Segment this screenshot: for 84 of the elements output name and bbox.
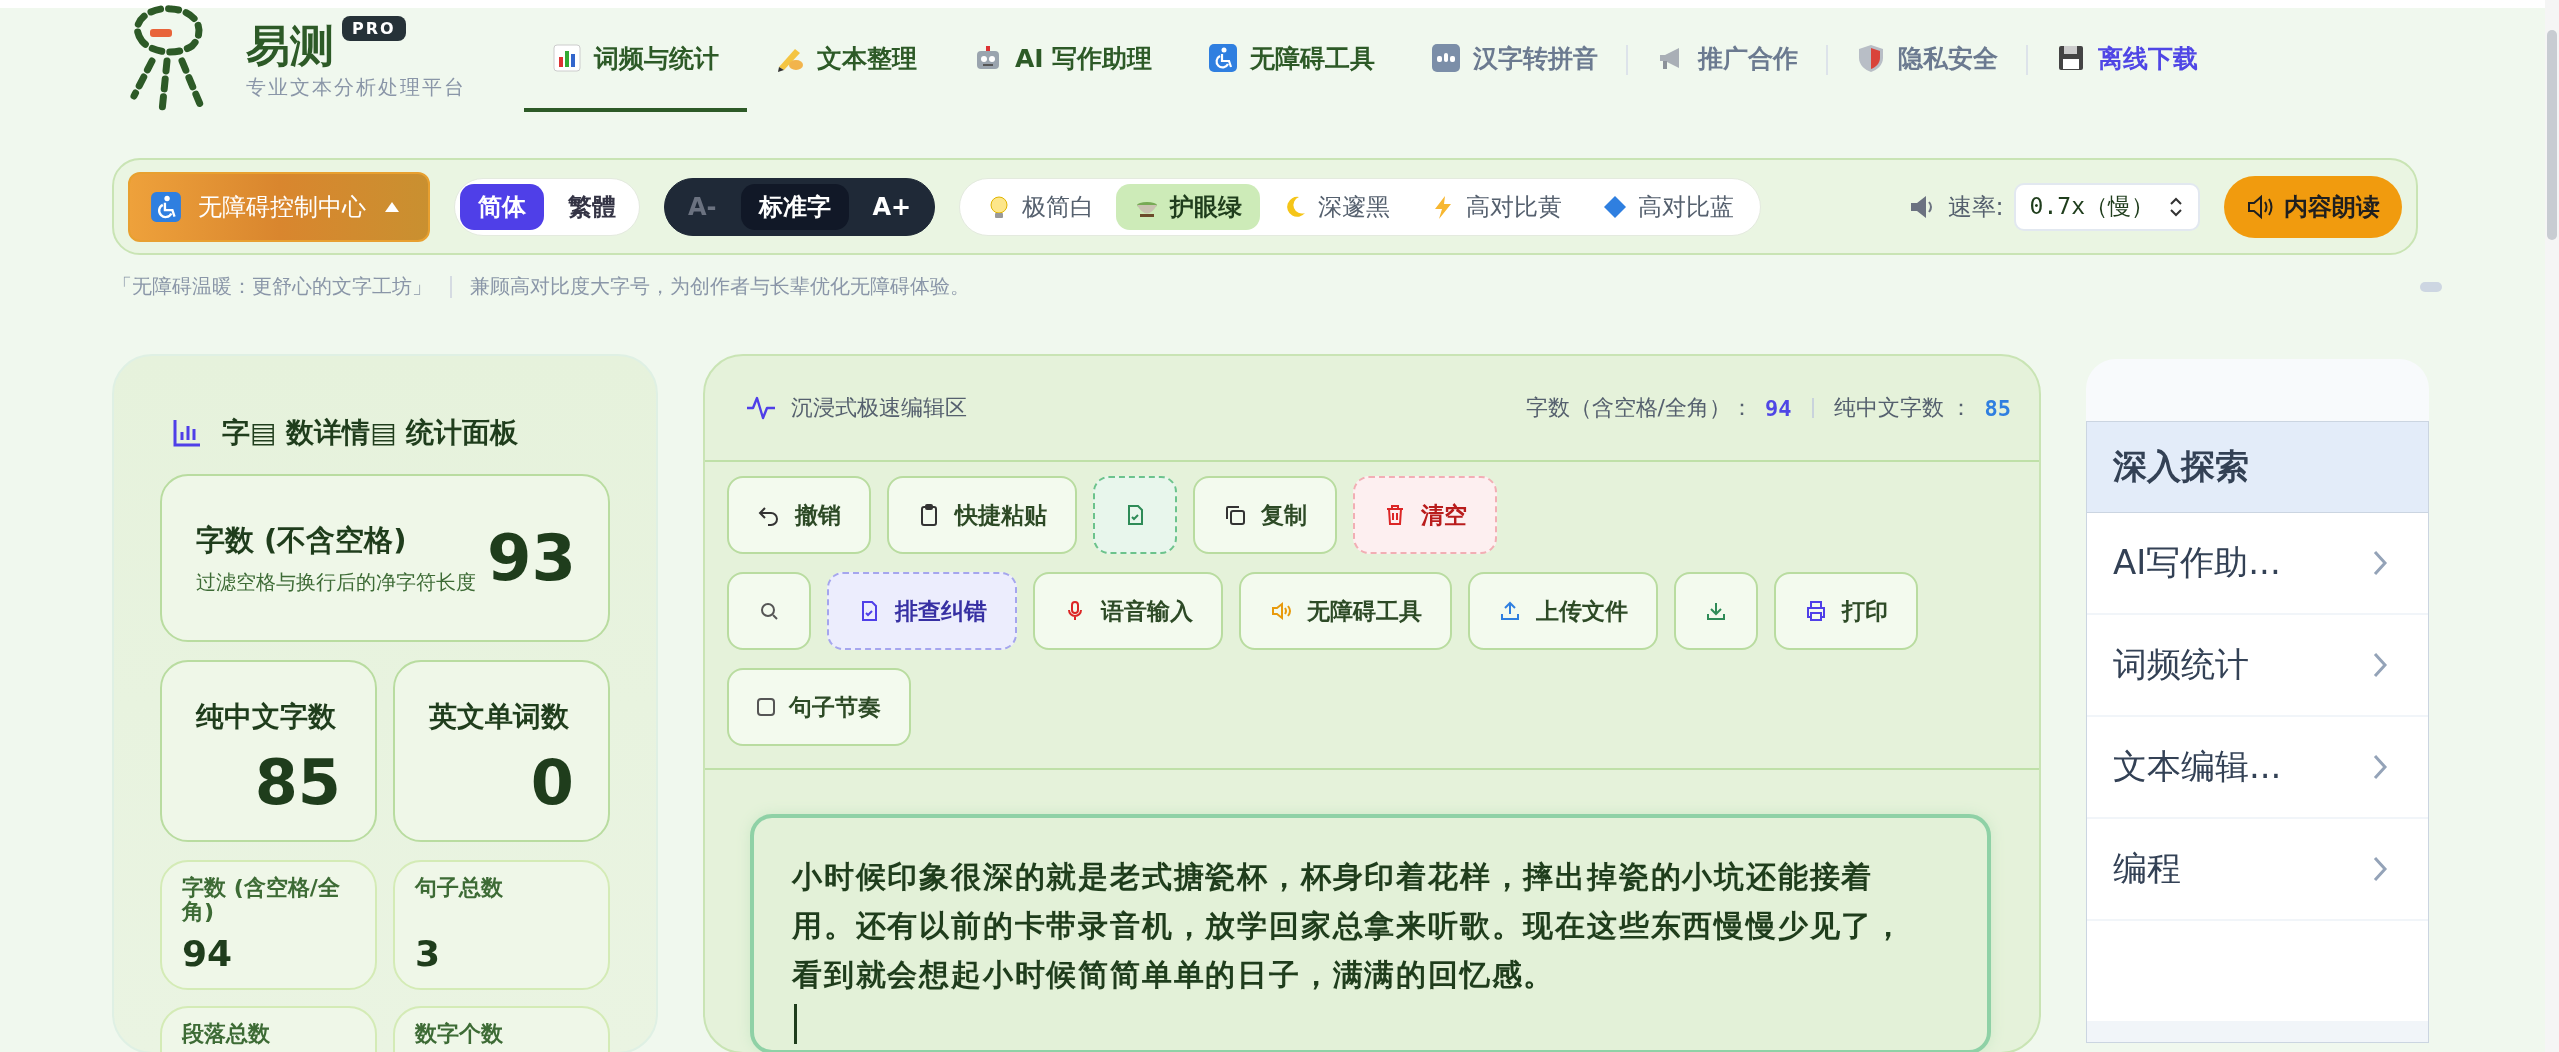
- stat-label: 句子总数: [415, 876, 504, 900]
- copy-icon: [1223, 503, 1247, 527]
- toolbar-button[interactable]: 撤销: [727, 476, 871, 554]
- bar-chart-icon: [172, 418, 202, 448]
- stat-label: 数字个数: [415, 1022, 504, 1046]
- caption-text: 「无障碍温暖：更舒心的文字工坊」: [112, 273, 432, 300]
- stat-note: 过滤空格与换行后的净字符长度: [196, 569, 476, 595]
- script-toggle[interactable]: 繁體: [550, 183, 634, 230]
- speed-select[interactable]: 0.7x（慢）: [2013, 182, 2200, 231]
- count-label: 字数（含空格/全角）：: [1525, 394, 1753, 422]
- speed-label: 速率:: [1947, 191, 2004, 223]
- logo-title: 易测: [246, 19, 334, 72]
- checkbox[interactable]: [757, 698, 775, 716]
- diamond-icon: [1602, 193, 1629, 220]
- toolbar-button[interactable]: 快捷粘贴: [887, 476, 1077, 554]
- logo-subtitle: 专业文本分析处理平台: [246, 73, 466, 101]
- stat-label: 纯中文字数: [196, 699, 337, 735]
- upload-icon: [1498, 599, 1522, 623]
- stat-value: 93: [486, 521, 576, 595]
- chevron-updown-icon: [2168, 195, 2184, 218]
- font-size-button[interactable]: 标准字: [740, 183, 849, 230]
- nav-tab[interactable]: 汉字转拼音: [1403, 8, 1627, 112]
- explore-item[interactable]: 编程: [2087, 819, 2428, 919]
- stat-label: 段落总数: [182, 1022, 271, 1046]
- speaker-icon: [2246, 193, 2274, 220]
- caption-text: 兼顾高对比度大字号，为创作者与长辈优化无障碍体验。: [470, 273, 970, 300]
- pro-badge: PRO: [342, 15, 406, 41]
- explore-item[interactable]: 词频统计: [2087, 615, 2428, 715]
- theme-button[interactable]: 极简白: [968, 183, 1113, 230]
- nav-tab[interactable]: 词频与统计: [524, 8, 747, 112]
- toolbar-button[interactable]: 上传文件: [1468, 572, 1658, 650]
- pulse-wave-icon: [745, 394, 777, 422]
- toolbar-button[interactable]: 清空: [1353, 476, 1497, 554]
- explore-item[interactable]: AI写作助...: [2087, 513, 2428, 613]
- stat-value: 3: [415, 933, 442, 974]
- theme-button[interactable]: 高对比蓝: [1584, 183, 1753, 230]
- panel-title: 深入探索: [2087, 422, 2428, 513]
- editor-text-field[interactable]: 小时候印象很深的就是老式搪瓷杯，杯身印着花样，摔出掉瓷的小坑还能接着用。还有以前的卡带录音机，放学回家总拿来听歌。现在这些东西慢慢少见了，看到就会想起小时候简简单单的日子，满满的回忆感。: [750, 814, 1991, 1052]
- nav-tab[interactable]: 文本整理: [747, 8, 945, 112]
- count-value: 94: [1765, 395, 1792, 421]
- wheelchair-icon: [1208, 43, 1239, 73]
- speaker-icon: [1269, 599, 1293, 623]
- nav-tab[interactable]: AI 写作助理: [945, 8, 1181, 112]
- status-pill: [2420, 281, 2442, 292]
- scrollbar-thumb[interactable]: [2547, 30, 2557, 240]
- theme-button[interactable]: 深邃黑: [1264, 183, 1409, 230]
- explore-item[interactable]: 文本编辑...: [2087, 717, 2428, 817]
- stat-value: 0: [529, 746, 574, 819]
- nav-tab[interactable]: 隐私安全: [1828, 8, 2027, 112]
- font-size-button[interactable]: A+: [854, 183, 930, 230]
- read-aloud-button[interactable]: 内容朗读: [2224, 175, 2402, 238]
- chevron-right-icon: [2372, 753, 2388, 781]
- text-caret: [794, 1004, 797, 1044]
- toolbar-button[interactable]: [727, 572, 811, 650]
- abc-key-icon: [1431, 43, 1462, 73]
- nav-tab[interactable]: 离线下载: [2028, 8, 2227, 112]
- printer-icon: [1804, 599, 1828, 623]
- panel-title: 字▤ 数详情▤ 统计面板: [222, 415, 519, 451]
- toolbar-button[interactable]: [1093, 476, 1177, 554]
- count-value: 85: [1984, 395, 2011, 421]
- editor-title: 沉浸式极速编辑区: [791, 394, 967, 422]
- toolbar-button[interactable]: 排查纠错: [827, 572, 1017, 650]
- stat-value: 94: [182, 933, 234, 974]
- nav-tab[interactable]: 无障碍工具: [1180, 8, 1404, 112]
- stat-label: 字数 (含空格/全角): [182, 876, 341, 924]
- toolbar-button[interactable]: 打印: [1774, 572, 1918, 650]
- checkbox-button[interactable]: 句子节奏: [727, 668, 911, 746]
- chevron-right-icon: [2372, 855, 2388, 883]
- toolbar-button[interactable]: 复制: [1193, 476, 1337, 554]
- bar-chart-icon: [552, 43, 582, 73]
- theme-button[interactable]: 高对比黄: [1412, 183, 1581, 230]
- stat-value: 85: [253, 746, 341, 819]
- wheelchair-icon: [150, 190, 182, 223]
- count-label: 纯中文字数 ：: [1833, 394, 1973, 422]
- stat-label: 英文单词数: [429, 699, 570, 735]
- stat-label: 字数 (不含空格): [196, 522, 408, 559]
- nav-tab[interactable]: 推广合作: [1628, 8, 1827, 112]
- script-toggle[interactable]: 简体: [460, 183, 544, 230]
- chevron-right-icon: [2372, 549, 2388, 577]
- theme-button[interactable]: 护眼绿: [1116, 183, 1261, 230]
- toolbar-button[interactable]: 语音输入: [1033, 572, 1223, 650]
- toolbar-button[interactable]: [1674, 572, 1758, 650]
- chevron-right-icon: [2372, 651, 2388, 679]
- toolbar-button[interactable]: 无障碍工具: [1239, 572, 1452, 650]
